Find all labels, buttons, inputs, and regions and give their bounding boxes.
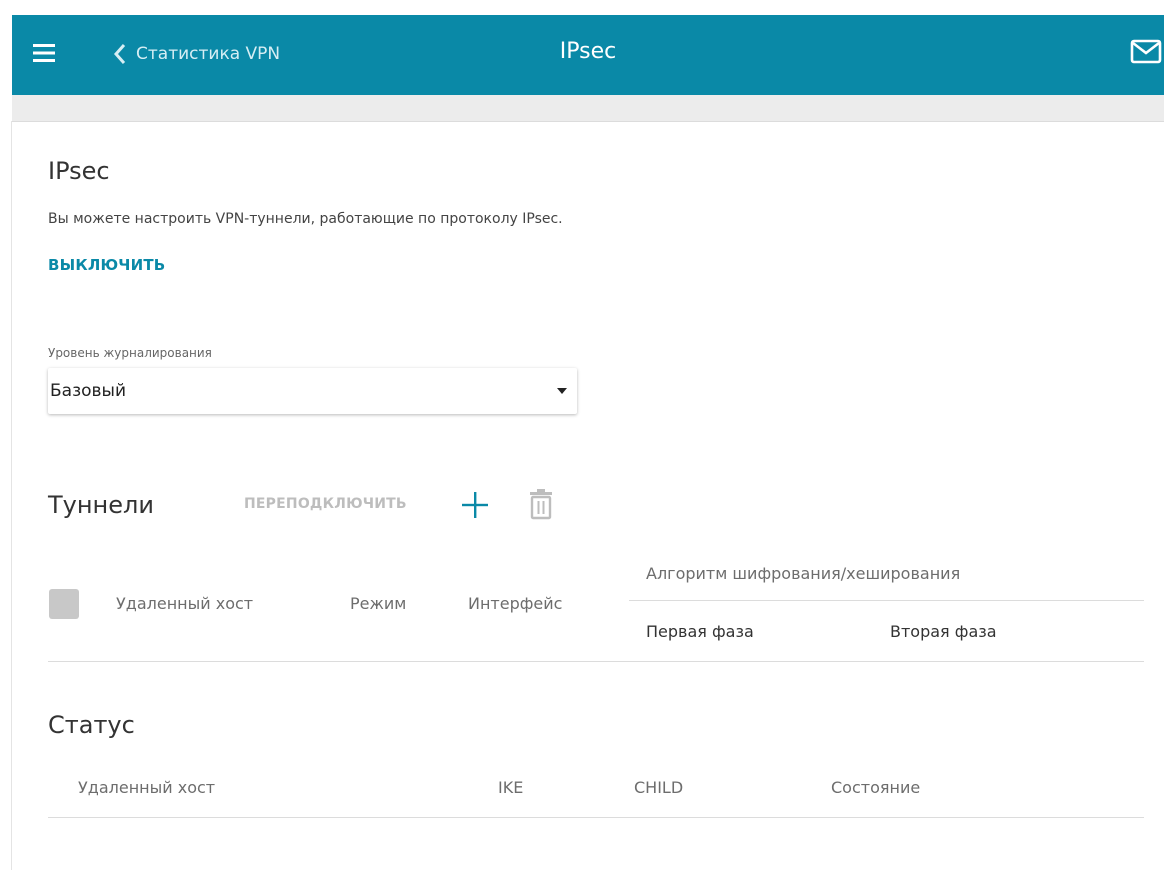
status-col-remote-host: Удаленный хост (78, 778, 216, 797)
col-mode: Режим (350, 594, 407, 613)
page-title: IPsec (559, 39, 617, 64)
content-left-border (11, 121, 12, 870)
top-app-bar: Статистика VPN IPsec (12, 15, 1164, 95)
col-interface: Интерфейс (468, 594, 563, 613)
caret-down-icon (557, 388, 567, 394)
col-phase1: Первая фаза (646, 622, 754, 641)
tunnels-title: Туннели (48, 491, 154, 519)
status-table-divider (48, 817, 1144, 818)
plus-icon[interactable] (460, 490, 490, 520)
status-col-ike: IKE (498, 778, 524, 797)
reconnect-button[interactable]: ПЕРЕПОДКЛЮЧИТЬ (244, 496, 407, 512)
status-col-child: CHILD (634, 778, 684, 797)
disable-button[interactable]: ВЫКЛЮЧИТЬ (48, 256, 165, 274)
section-title: IPsec (48, 157, 110, 185)
log-level-select[interactable]: Базовый (48, 368, 577, 414)
section-description: Вы можете настроить VPN-туннели, работаю… (48, 211, 563, 227)
log-level-label: Уровень журналирования (48, 346, 212, 360)
col-algorithm: Алгоритм шифрования/хеширования (646, 564, 961, 583)
tunnels-table-divider (48, 661, 1144, 662)
col-remote-host: Удаленный хост (116, 594, 254, 613)
status-col-state: Состояние (831, 778, 921, 797)
select-all-checkbox[interactable] (49, 589, 79, 619)
header-divider (629, 600, 1144, 601)
col-phase2: Вторая фаза (890, 622, 997, 641)
toolbar-shadow-strip (12, 95, 1164, 122)
trash-icon[interactable] (530, 488, 552, 520)
log-level-value: Базовый (50, 381, 127, 401)
mail-icon[interactable] (1130, 38, 1164, 66)
status-title: Статус (48, 711, 135, 739)
